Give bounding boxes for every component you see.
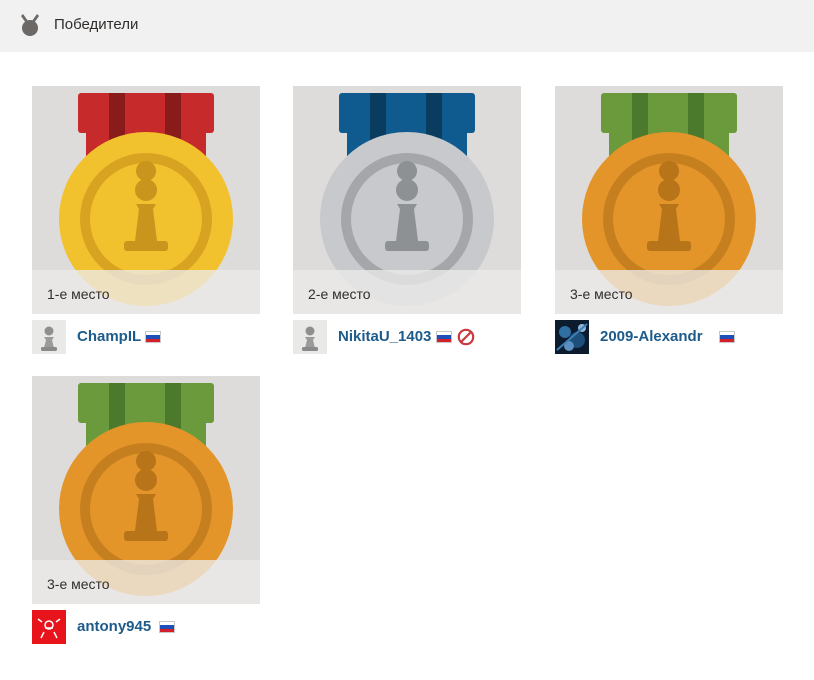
winner-card: 2-е место NikitaU_1403 [293, 86, 521, 354]
russia-flag-icon [159, 621, 175, 633]
medal-icon [21, 14, 39, 36]
medal-image[interactable]: 3-е место [555, 86, 783, 314]
medal-image[interactable]: 2-е место [293, 86, 521, 314]
user-avatar[interactable] [32, 320, 66, 354]
page-title: Победители [54, 16, 139, 33]
page-header: Победители [0, 0, 814, 52]
user-row: ChampIL [32, 320, 260, 354]
user-row: antony945 [32, 610, 260, 644]
username-link[interactable]: NikitaU_1403 [338, 328, 431, 345]
russia-flag-icon [436, 331, 452, 343]
place-label: 2-е место [308, 286, 371, 302]
banned-icon [457, 328, 475, 346]
medal-image[interactable]: 3-е место [32, 376, 260, 604]
username-link[interactable]: antony945 [77, 618, 151, 635]
user-row: 2009-Alexandr [555, 320, 783, 354]
russia-flag-icon [719, 331, 735, 343]
winner-card: 3-е место antony945 [32, 376, 260, 644]
winner-card: 1-е место ChampIL [32, 86, 260, 354]
user-avatar[interactable] [555, 320, 589, 354]
user-avatar[interactable] [32, 610, 66, 644]
user-avatar[interactable] [293, 320, 327, 354]
russia-flag-icon [145, 331, 161, 343]
medal-image[interactable]: 1-е место [32, 86, 260, 314]
place-label: 1-е место [47, 286, 110, 302]
username-link[interactable]: ChampIL [77, 328, 141, 345]
username-link[interactable]: 2009-Alexandr [600, 328, 703, 345]
winner-card: 3-е место 2009-Alexandr [555, 86, 783, 354]
user-row: NikitaU_1403 [293, 320, 521, 354]
place-label: 3-е место [570, 286, 633, 302]
place-label: 3-е место [47, 576, 110, 592]
